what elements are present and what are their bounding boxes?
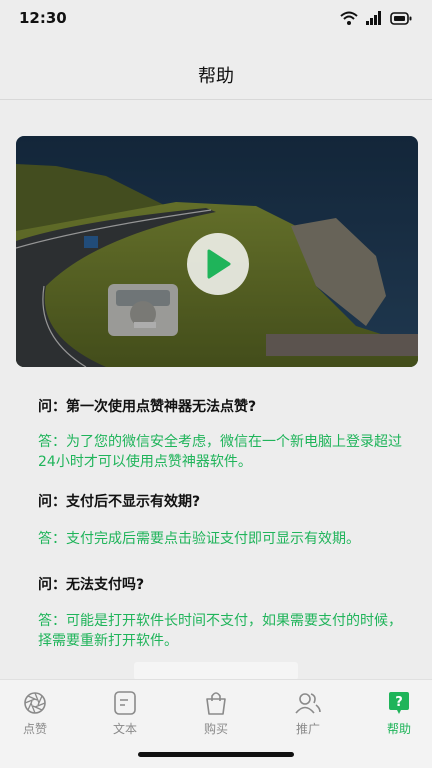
tutorial-video[interactable] <box>16 136 418 367</box>
nav-bar: 帮助 <box>0 40 432 100</box>
text-doc-icon <box>114 691 136 715</box>
faq-item: 问：支付后不显示有效期? 答：支付完成后需要点击验证支付即可显示有效期。 <box>38 492 408 549</box>
faq-question: 问：第一次使用点赞神器无法点赞? <box>38 399 257 415</box>
tab-label: 点赞 <box>22 722 47 736</box>
tab-label: 文本 <box>112 722 137 736</box>
tab-promote[interactable]: 推广 <box>265 690 351 737</box>
status-time: 12:30 <box>19 9 67 27</box>
wifi-icon <box>340 11 358 25</box>
faq-question: 问：无法支付吗? <box>38 577 145 593</box>
bottom-tab-bar: 点赞 文本 购买 推广 ? 帮助 <box>0 679 432 768</box>
play-button[interactable] <box>187 233 249 295</box>
tab-label: 购买 <box>203 722 228 736</box>
faq-question: 问：支付后不显示有效期? <box>38 494 201 510</box>
tab-buy[interactable]: 购买 <box>173 690 259 737</box>
faq-answer: 答：为了您的微信安全考虑，微信在一个新电脑上登录超过24小时才可以使用点赞神器软… <box>38 434 402 470</box>
help-icon: ? <box>389 692 409 714</box>
status-bar: 12:30 <box>0 0 432 40</box>
faq-answer: 答：可能是打开软件长时间不支付，如果需要支付的时候，择需要重新打开软件。 <box>38 613 402 649</box>
partial-button <box>134 662 298 680</box>
tab-help[interactable]: ? 帮助 <box>356 690 432 737</box>
home-indicator <box>138 752 294 757</box>
faq-answer: 答：支付完成后需要点击验证支付即可显示有效期。 <box>38 531 360 547</box>
faq-item: 问：无法支付吗? 答：可能是打开软件长时间不支付，如果需要支付的时候，择需要重新… <box>38 575 408 651</box>
play-icon <box>207 249 231 279</box>
users-icon <box>295 693 321 714</box>
page-title: 帮助 <box>198 66 234 87</box>
svg-text:?: ? <box>395 695 403 710</box>
tab-text[interactable]: 文本 <box>82 690 168 737</box>
shutter-icon <box>24 692 46 714</box>
tab-label: 推广 <box>295 722 320 736</box>
status-icons <box>340 11 412 25</box>
battery-icon <box>390 11 412 25</box>
faq-item: 问：第一次使用点赞神器无法点赞? 答：为了您的微信安全考虑，微信在一个新电脑上登… <box>38 397 408 472</box>
signal-icon <box>366 11 381 25</box>
tab-like[interactable]: 点赞 <box>0 690 78 737</box>
shopping-bag-icon <box>206 692 226 715</box>
tab-label: 帮助 <box>386 722 411 736</box>
